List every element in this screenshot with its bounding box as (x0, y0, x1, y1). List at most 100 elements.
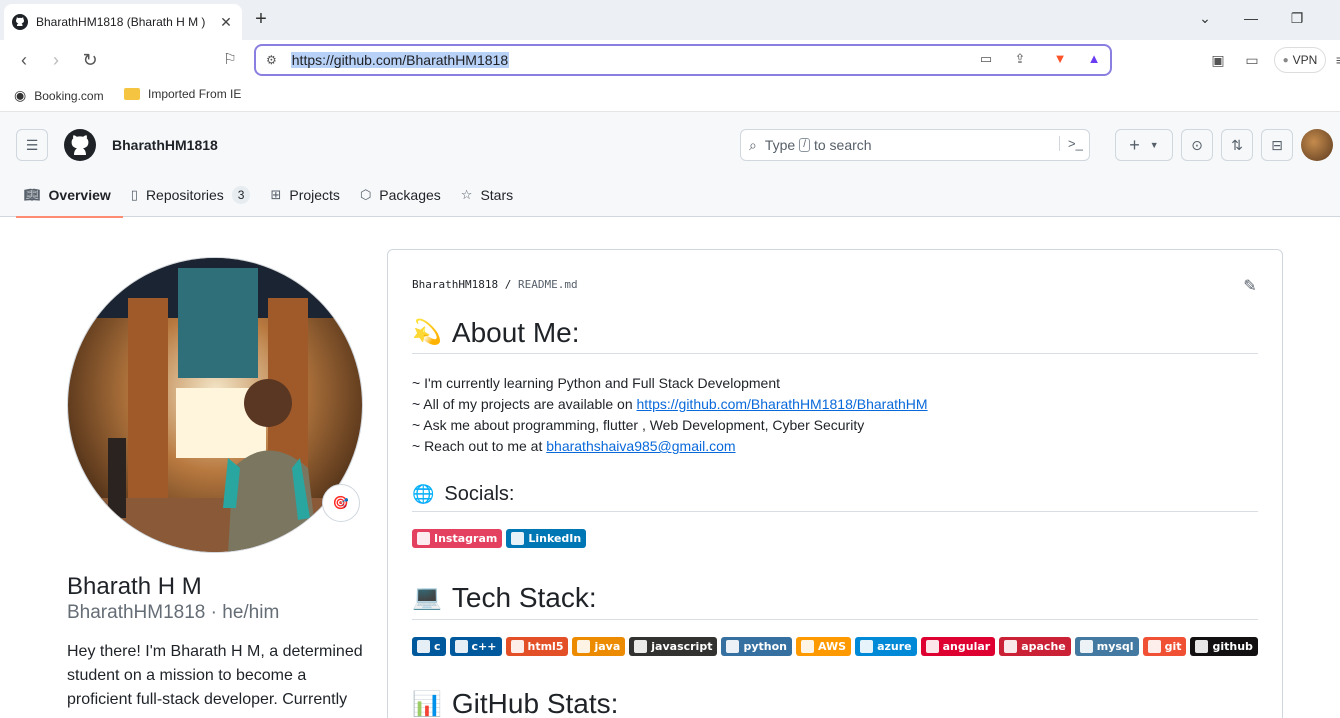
globe-icon: 🌐 (412, 484, 435, 504)
pull-requests-button[interactable]: ⇅ (1221, 129, 1253, 161)
about-line: ~ Reach out to me at bharathshaiva985@gm… (412, 436, 928, 457)
tab-overview[interactable]: 📖︎ Overview (16, 172, 123, 218)
tab-packages[interactable]: ⬡ Packages (352, 172, 453, 217)
tech-logo-icon (1004, 640, 1018, 653)
close-tab-icon[interactable]: ✕ (218, 14, 234, 31)
status-emoji-button[interactable]: 🎯 (322, 484, 360, 522)
social-badge-label: Instagram (434, 532, 498, 545)
tech-badge[interactable]: angular (920, 637, 996, 656)
tech-stack-heading: 💻 Tech Stack: (412, 576, 1258, 620)
inbox-button[interactable]: ⊟ (1261, 129, 1293, 161)
issues-button[interactable]: ⊙ (1181, 129, 1213, 161)
tech-badge-label: git (1164, 640, 1182, 653)
brave-rewards-icon[interactable]: ▲ (1084, 51, 1104, 71)
social-badge[interactable]: LinkedIn (506, 529, 587, 548)
bookmark-booking[interactable]: ◉ Booking.com (14, 87, 104, 104)
wallet-icon[interactable]: ▭ (1242, 50, 1262, 70)
dizzy-icon: 💫 (412, 319, 442, 346)
tech-badge[interactable]: git (1142, 637, 1187, 656)
restore-icon[interactable]: ❐ (1287, 10, 1307, 27)
brave-shield-icon[interactable]: ▼ (1050, 51, 1070, 71)
address-bar[interactable]: ⚙ https://github.com/BharathHM1818 ▭ ⇪ ▼… (254, 44, 1112, 76)
bookmark-icon[interactable]: ⚐ (220, 50, 240, 70)
new-tab-icon[interactable]: + (250, 8, 272, 30)
social-badge-label: LinkedIn (528, 532, 582, 545)
menu-icon[interactable]: ≡ (1330, 50, 1340, 70)
back-icon[interactable]: ‹ (14, 50, 34, 70)
tech-logo-icon (510, 640, 524, 653)
tech-badge-label: github (1212, 640, 1253, 653)
tab-label: Overview (48, 186, 111, 203)
folder-icon (124, 88, 140, 100)
minimize-icon[interactable]: — (1241, 10, 1261, 26)
repo-icon: ▯ (130, 186, 138, 202)
browser-tab[interactable]: BharathHM1818 (Bharath H M ) ✕ (4, 4, 242, 40)
vpn-button[interactable]: ● VPN (1274, 47, 1326, 73)
social-logo-icon (511, 532, 525, 545)
tech-badge[interactable]: java (572, 637, 626, 656)
plus-icon: + (1129, 134, 1140, 155)
search-shortcut-key: / (799, 138, 810, 152)
tab-repositories[interactable]: ▯ Repositories 3 (123, 172, 263, 217)
bar-chart-icon: 📊 (412, 690, 442, 718)
share-icon[interactable]: ⇪ (1010, 51, 1030, 71)
reload-icon[interactable]: ↻ (80, 50, 100, 70)
tech-badge[interactable]: c++ (449, 637, 502, 656)
tech-logo-icon (726, 640, 740, 653)
tech-badge[interactable]: python (721, 637, 792, 656)
tab-label: Projects (289, 186, 340, 203)
bookmark-label: Imported From IE (148, 87, 242, 101)
header-username[interactable]: BharathHM1818 (112, 137, 218, 153)
cast-icon[interactable]: ▭ (976, 51, 996, 71)
sidebar-icon[interactable]: ▣ (1208, 50, 1228, 70)
tab-projects[interactable]: ⊞ Projects (262, 172, 351, 217)
github-favicon-icon (12, 14, 28, 30)
table-icon: ⊞ (270, 186, 282, 202)
tech-badge[interactable]: javascript (629, 637, 718, 656)
browser-tab-bar: BharathHM1818 (Bharath H M ) ✕ + ⌄ — ❐ (0, 0, 1340, 40)
tech-badge[interactable]: github (1190, 637, 1258, 656)
about-line: ~ All of my projects are available on ht… (412, 394, 928, 415)
edit-pencil-icon[interactable]: ✎ (1240, 276, 1260, 296)
tech-logo-icon (577, 640, 591, 653)
search-input[interactable]: ⌕ Type / to search >_ (740, 129, 1090, 161)
inbox-icon: ⊟ (1271, 136, 1283, 153)
user-avatar[interactable] (1301, 129, 1333, 161)
tech-logo-icon (860, 640, 874, 653)
readme-path-user[interactable]: BharathHM1818 (412, 278, 498, 291)
readme-path-file[interactable]: README.md (518, 278, 578, 291)
tech-badge-label: azure (877, 640, 912, 653)
socials-badges: Instagram LinkedIn (412, 529, 587, 548)
tech-logo-icon (454, 640, 468, 653)
tech-badge[interactable]: c (412, 637, 446, 656)
github-stats-heading: 📊 GitHub Stats: (412, 682, 1258, 718)
tech-badge[interactable]: apache (999, 637, 1071, 656)
hamburger-menu-button[interactable]: ☰ (16, 129, 48, 161)
github-logo-icon[interactable] (64, 129, 96, 161)
profile-avatar[interactable] (67, 257, 363, 553)
bookmark-folder-imported[interactable]: Imported From IE (124, 87, 241, 101)
tech-logo-icon (1195, 640, 1209, 653)
email-link[interactable]: bharathshaiva985@gmail.com (546, 438, 735, 454)
command-palette-icon[interactable]: >_ (1059, 136, 1083, 151)
create-new-button[interactable]: + ▼ (1115, 129, 1173, 161)
tech-badge[interactable]: AWS (796, 637, 852, 656)
projects-link[interactable]: https://github.com/BharathHM1818/Bharath… (637, 396, 928, 412)
search-icon: ⌕ (749, 136, 757, 153)
about-line-text: ~ Reach out to me at (412, 438, 547, 454)
tab-search-chevron-icon[interactable]: ⌄ (1195, 10, 1215, 27)
tech-logo-icon (634, 640, 648, 653)
url-text[interactable]: https://github.com/BharathHM1818 (290, 52, 510, 68)
tech-badge[interactable]: azure (855, 637, 917, 656)
readme-box: BharathHM1818 / README.md ✎ 💫 About Me: … (387, 249, 1283, 718)
tab-stars[interactable]: ☆ Stars (453, 172, 525, 217)
tech-badge[interactable]: mysql (1074, 637, 1139, 656)
profile-bio: Hey there! I'm Bharath H M, a determined… (67, 643, 363, 708)
tech-logo-icon (925, 640, 939, 653)
social-badge[interactable]: Instagram (412, 529, 503, 548)
tech-badge[interactable]: html5 (505, 637, 569, 656)
tech-logo-icon (1147, 640, 1161, 653)
forward-icon[interactable]: › (46, 50, 66, 70)
site-settings-icon[interactable]: ⚙ (266, 53, 277, 67)
profile-photo-image (68, 258, 362, 552)
